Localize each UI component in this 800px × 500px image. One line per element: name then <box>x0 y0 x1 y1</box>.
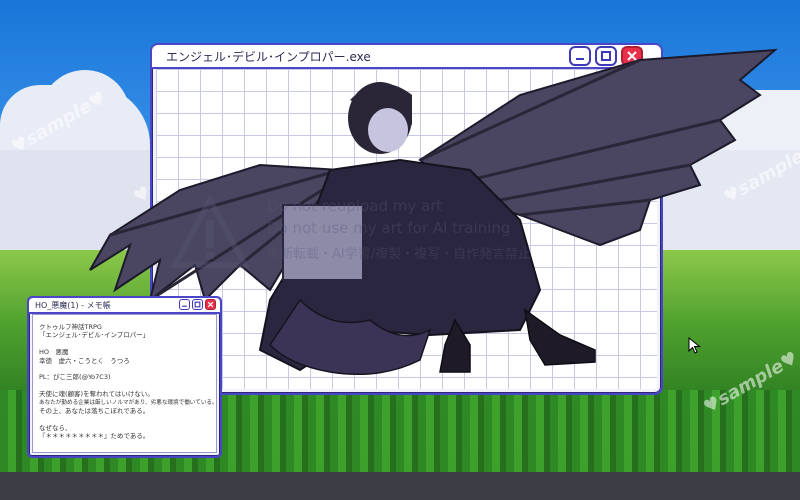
memo-window[interactable]: HO_悪魔(1) - メモ帳 クトゥルフ神話TRPG 「エンジェル･デビル･イン… <box>27 296 222 458</box>
memo-line <box>39 415 210 423</box>
memo-line: なぜなら、 <box>39 423 72 432</box>
memo-text-area[interactable]: クトゥルフ神話TRPG 「エンジェル･デビル･インプロパー」 HO 悪魔 幸徳 … <box>32 314 218 453</box>
minimize-icon <box>182 305 187 307</box>
memo-line: 幸徳 虚六・こうとく うつろ <box>39 356 130 365</box>
watermark-line-2: Do not use my art for AI training <box>267 219 511 237</box>
watermark-line-3: 無断転載・AI学習/複製・複写・自作発言禁止 <box>267 247 532 262</box>
memo-close-button[interactable] <box>205 299 216 310</box>
watermark-line-1: Do not reupload my art <box>267 197 443 215</box>
mouse-cursor-icon <box>688 337 701 354</box>
close-icon <box>207 301 214 308</box>
memo-minimize-button[interactable] <box>179 299 190 310</box>
warning-triangle-icon <box>170 195 250 268</box>
memo-line: 天使に魂(顧客)を奪われてはいけない。 <box>39 390 154 399</box>
memo-line: 『＊＊＊＊＊＊＊＊＊』ためである。 <box>39 432 150 441</box>
maximize-icon <box>194 301 201 308</box>
memo-line: PL：ぴこ三郎(@Yo7C3) <box>39 373 111 382</box>
boot-right <box>523 308 596 366</box>
memo-window-title: HO_悪魔(1) - メモ帳 <box>35 300 111 310</box>
memo-line <box>39 382 210 390</box>
memo-maximize-button[interactable] <box>192 299 203 310</box>
reupload-watermark: Do not reupload my art Do not use my art… <box>170 195 570 275</box>
memo-line: 「エンジェル･デビル･インプロパー」 <box>39 331 150 340</box>
memo-line: HO 悪魔 <box>39 348 69 357</box>
memo-line <box>39 340 210 348</box>
memo-line: その上、あなたは落ちこぼれである。 <box>39 406 150 415</box>
memo-line: あなたが勤める企業は厳しいノルマがあり、劣悪な環境で働いている。 <box>39 399 218 406</box>
